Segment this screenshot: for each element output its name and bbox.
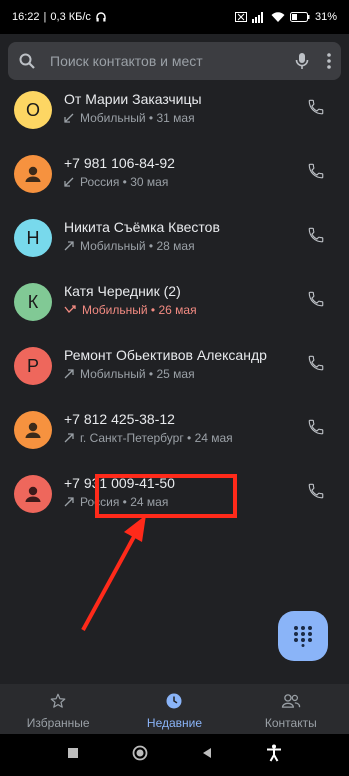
search-bar[interactable]: Поиск контактов и мест xyxy=(8,42,341,80)
avatar xyxy=(14,411,52,449)
call-row[interactable]: Н Никита Съёмка Квестов Мобильный • 28 м… xyxy=(0,208,349,272)
star-icon xyxy=(50,693,66,708)
tab-favorites-label: Избранные xyxy=(26,715,90,730)
person-icon xyxy=(25,422,41,438)
status-time: 16:22 xyxy=(12,11,40,23)
annotation-highlight-box xyxy=(95,474,237,518)
phone-icon[interactable] xyxy=(305,160,327,182)
battery-percent: 31% xyxy=(314,11,337,23)
recents-square-icon[interactable] xyxy=(67,746,79,764)
call-name: От Марии Заказчицы xyxy=(64,91,202,107)
clock-icon xyxy=(166,693,182,708)
call-row[interactable]: К Катя Чередник (2) Мобильный • 26 мая xyxy=(0,272,349,336)
avatar: О xyxy=(14,91,52,129)
tab-favorites[interactable]: Избранные xyxy=(0,684,116,734)
call-detail: Россия • 30 мая xyxy=(80,175,169,189)
status-bar: 16:22 | 0,3 КБ/с 31% xyxy=(0,0,349,34)
accessibility-icon[interactable] xyxy=(266,744,282,767)
status-speed: 0,3 КБ/с xyxy=(50,11,91,23)
home-circle-icon[interactable] xyxy=(132,745,148,766)
call-row[interactable]: +7 812 425-38-12 г. Санкт-Петербург • 24… xyxy=(0,400,349,464)
call-name: Ремонт Обьективов Александр xyxy=(64,347,267,363)
call-detail: Мобильный • 25 мая xyxy=(80,367,195,381)
signal-4g-icon xyxy=(251,11,266,23)
phone-icon[interactable] xyxy=(305,96,327,118)
search-input[interactable]: Поиск контактов и мест xyxy=(50,53,295,69)
system-navigation-bar xyxy=(0,734,349,776)
back-triangle-icon[interactable] xyxy=(201,746,213,764)
call-detail: Мобильный • 31 мая xyxy=(80,111,195,125)
avatar: Н xyxy=(14,219,52,257)
call-detail: Мобильный • 28 мая xyxy=(80,239,195,253)
avatar: Р xyxy=(14,347,52,385)
tab-recent-label: Недавние xyxy=(146,715,203,730)
dialpad-icon xyxy=(294,626,312,647)
search-icon[interactable] xyxy=(18,52,36,70)
call-outgoing-icon xyxy=(64,369,74,379)
phone-icon[interactable] xyxy=(305,416,327,438)
tab-contacts[interactable]: Контакты xyxy=(233,684,349,734)
phone-icon[interactable] xyxy=(305,288,327,310)
call-incoming-icon xyxy=(64,177,74,187)
wifi-icon xyxy=(271,11,285,23)
call-detail: Мобильный • 26 мая xyxy=(82,303,197,317)
call-missed-icon xyxy=(64,305,76,313)
call-outgoing-icon xyxy=(64,433,74,443)
call-name: +7 812 425-38-12 xyxy=(64,411,175,427)
call-row[interactable]: О От Марии Заказчицы Мобильный • 31 мая xyxy=(0,80,349,144)
bottom-navigation: Избранные Недавние Контакты xyxy=(0,684,349,734)
call-outgoing-icon xyxy=(64,241,74,251)
phone-icon[interactable] xyxy=(305,480,327,502)
close-rect-icon xyxy=(234,12,247,22)
call-incoming-icon xyxy=(64,113,74,123)
tab-contacts-label: Контакты xyxy=(264,715,317,730)
person-icon xyxy=(25,486,41,502)
avatar xyxy=(14,475,52,513)
mic-icon[interactable] xyxy=(295,52,309,70)
call-name: +7 981 106-84-92 xyxy=(64,155,175,171)
dialpad-button[interactable] xyxy=(278,611,328,661)
phone-icon[interactable] xyxy=(305,224,327,246)
battery-icon xyxy=(289,12,310,22)
call-name: Никита Съёмка Квестов xyxy=(64,219,220,235)
avatar xyxy=(14,155,52,193)
call-outgoing-icon xyxy=(64,497,74,507)
call-detail: г. Санкт-Петербург • 24 мая xyxy=(80,431,233,445)
tab-recent[interactable]: Недавние xyxy=(116,684,232,734)
phone-icon[interactable] xyxy=(305,352,327,374)
call-name: Катя Чередник (2) xyxy=(64,283,181,299)
headphones-icon xyxy=(95,11,107,23)
more-vert-icon[interactable] xyxy=(327,53,331,69)
avatar: К xyxy=(14,283,52,321)
people-icon xyxy=(281,693,300,708)
person-icon xyxy=(25,166,41,182)
call-row[interactable]: +7 981 106-84-92 Россия • 30 мая xyxy=(0,144,349,208)
call-row[interactable]: Р Ремонт Обьективов Александр Мобильный … xyxy=(0,336,349,400)
